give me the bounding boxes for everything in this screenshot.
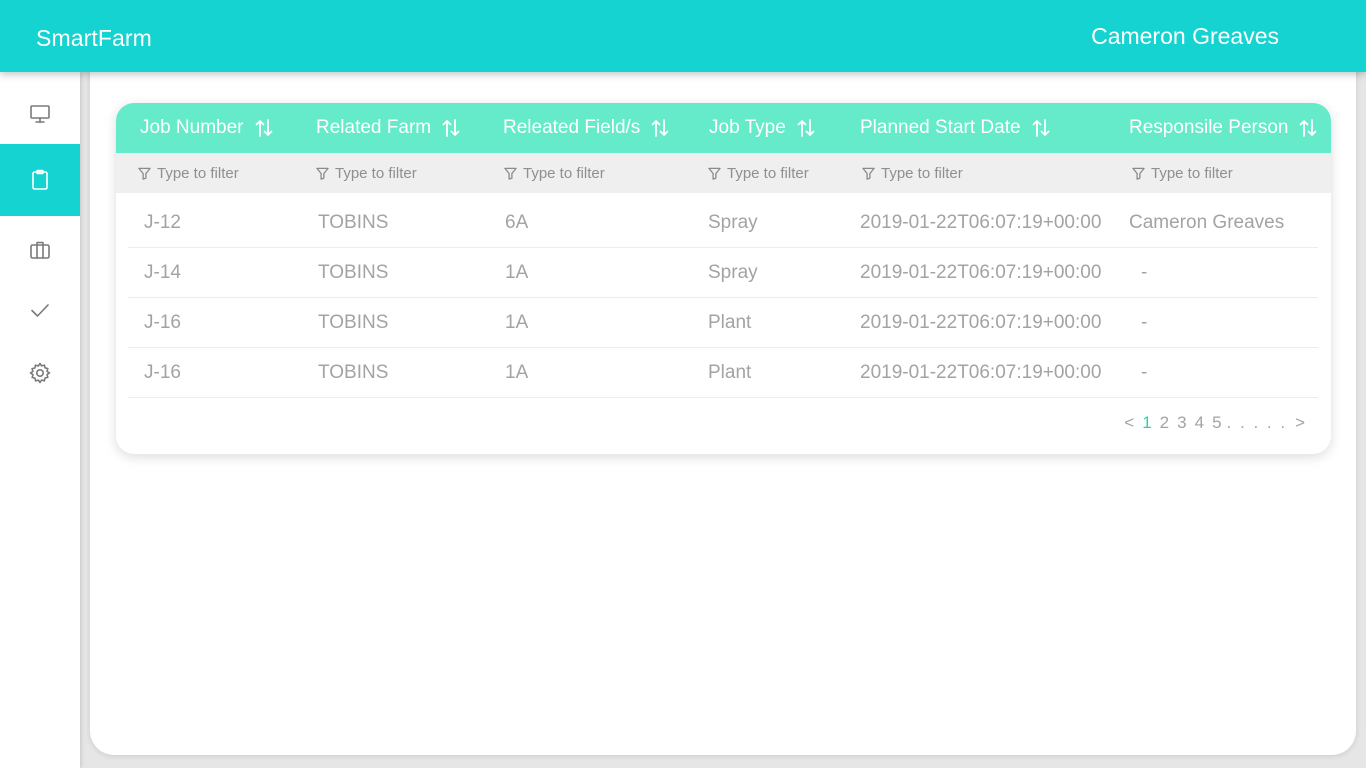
column-header-job-number[interactable]: Job Number [140,103,274,153]
top-bar: SmartFarm Cameron Greaves [0,0,1366,72]
cell-responsible-person: - [1141,312,1148,333]
column-header-planned-start-date[interactable]: Planned Start Date [860,103,1051,153]
filter-related-farm [316,153,455,193]
column-header-related-farm[interactable]: Related Farm [316,103,461,153]
checkmark-icon [31,304,49,317]
clipboard-icon [32,169,48,190]
filter-input-job-type[interactable] [727,164,847,182]
filter-input-job-number[interactable] [157,164,277,182]
column-label: Job Type [709,117,786,138]
filter-job-type [708,153,847,193]
cell-responsible-person: - [1141,262,1148,283]
sort-icon[interactable] [650,116,670,140]
column-label: Planned Start Date [860,117,1021,138]
cell-related-farm: TOBINS [318,262,389,283]
filter-icon [138,167,151,180]
filter-input-related-fields[interactable] [523,164,643,182]
sort-icon[interactable] [441,116,461,140]
pagination-page-2[interactable]: 2 [1160,413,1169,433]
table-body: J-12 TOBINS 6A Spray 2019-01-22T06:07:19… [128,198,1318,398]
table-row[interactable]: J-16 TOBINS 1A Plant 2019-01-22T06:07:19… [128,348,1318,398]
filter-input-related-farm[interactable] [335,164,455,182]
cell-job-type: Spray [708,262,758,283]
briefcase-icon [30,241,50,259]
pagination-page-4[interactable]: 4 [1195,413,1204,433]
filter-icon [708,167,721,180]
column-header-responsible-person[interactable]: Responsile Person [1129,103,1318,153]
filter-icon [504,167,517,180]
jobs-table-card: Job Number Related Farm Releated Field/s… [116,103,1331,454]
sort-icon[interactable] [254,116,274,140]
cell-planned-start-date: 2019-01-22T06:07:19+00:00 [860,312,1102,333]
filter-planned-start-date [862,153,1001,193]
user-name[interactable]: Cameron Greaves [1091,23,1279,50]
cell-job-number: J-16 [144,312,181,333]
sidebar-item-settings[interactable] [0,343,80,403]
filter-icon [862,167,875,180]
column-label: Releated Field/s [503,117,641,138]
cell-related-fields: 1A [505,262,529,283]
cell-planned-start-date: 2019-01-22T06:07:19+00:00 [860,212,1102,233]
filter-related-fields [504,153,643,193]
column-label: Responsile Person [1129,117,1289,138]
cell-responsible-person: - [1141,362,1148,383]
pagination-page-3[interactable]: 3 [1177,413,1186,433]
pagination-ellipsis: . . . . . [1226,413,1288,432]
table-header: Job Number Related Farm Releated Field/s… [116,103,1331,153]
app-title: SmartFarm [36,25,152,51]
pagination-prev-button[interactable]: < [1124,413,1134,433]
gear-icon [29,362,51,384]
monitor-icon [30,105,50,123]
filter-icon [1132,167,1145,180]
column-label: Related Farm [316,117,432,138]
cell-planned-start-date: 2019-01-22T06:07:19+00:00 [860,362,1102,383]
cell-job-number: J-16 [144,362,181,383]
cell-planned-start-date: 2019-01-22T06:07:19+00:00 [860,262,1102,283]
filter-input-planned-start-date[interactable] [881,164,1001,182]
cell-job-type: Spray [708,212,758,233]
pagination-page-5[interactable]: 5 [1212,413,1221,433]
sort-icon[interactable] [1031,116,1051,140]
column-label: Job Number [140,117,244,138]
cell-related-fields: 1A [505,362,529,383]
table-row[interactable]: J-16 TOBINS 1A Plant 2019-01-22T06:07:19… [128,298,1318,348]
cell-related-fields: 1A [505,312,529,333]
cell-job-type: Plant [708,312,752,333]
cell-job-number: J-14 [144,262,181,283]
sidebar-item-jobs[interactable] [0,144,80,216]
filter-responsible-person [1132,153,1271,193]
filter-row [116,153,1331,193]
sidebar-item-dashboard[interactable] [0,84,80,144]
cell-related-fields: 6A [505,212,529,233]
cell-related-farm: TOBINS [318,312,389,333]
column-header-related-fields[interactable]: Releated Field/s [503,103,670,153]
table-row[interactable]: J-12 TOBINS 6A Spray 2019-01-22T06:07:19… [128,198,1318,248]
pagination-next-button[interactable]: > [1295,413,1305,433]
filter-input-responsible-person[interactable] [1151,164,1271,182]
filter-icon [316,167,329,180]
cell-related-farm: TOBINS [318,212,389,233]
pagination: < 1 2 3 4 5 . . . . . > [1120,413,1309,433]
table-row[interactable]: J-14 TOBINS 1A Spray 2019-01-22T06:07:19… [128,248,1318,298]
cell-related-farm: TOBINS [318,362,389,383]
cell-job-number: J-12 [144,212,181,233]
cell-job-type: Plant [708,362,752,383]
pagination-page-1[interactable]: 1 [1142,413,1151,433]
sort-icon[interactable] [796,116,816,140]
sidebar-item-tasks[interactable] [0,280,80,340]
column-header-job-type[interactable]: Job Type [709,103,816,153]
cell-responsible-person: Cameron Greaves [1129,212,1285,233]
sort-icon[interactable] [1298,116,1318,140]
sidebar [0,72,80,768]
sidebar-item-resources[interactable] [0,220,80,280]
filter-job-number [138,153,277,193]
